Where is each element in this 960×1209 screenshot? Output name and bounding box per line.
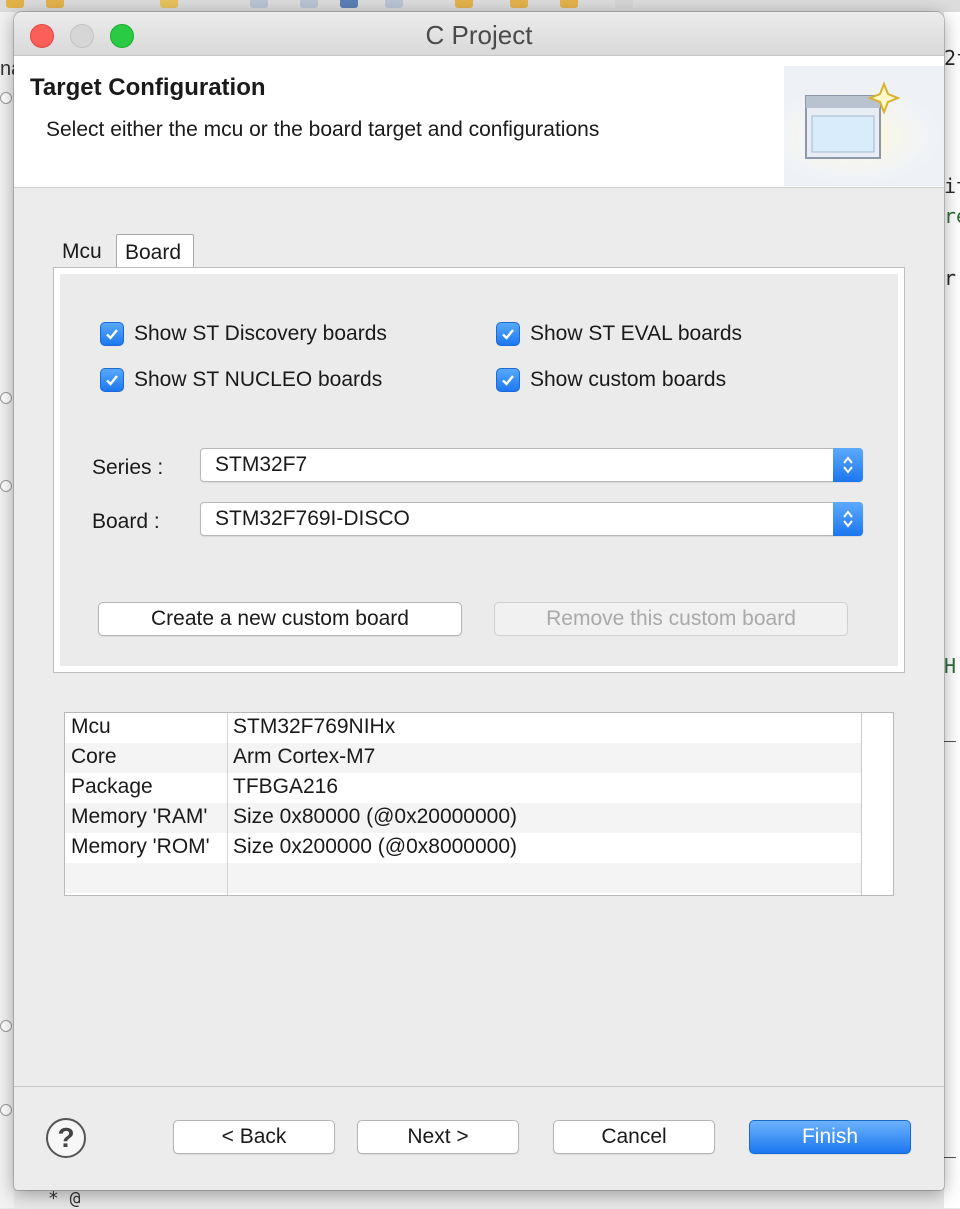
back-button[interactable]: < Back	[173, 1120, 335, 1154]
board-label: Board :	[92, 510, 160, 533]
tab-mcu[interactable]: Mcu	[54, 234, 116, 270]
property-value: STM32F769NIHx	[233, 715, 396, 738]
property-value: TFBGA216	[233, 775, 339, 798]
checkbox-label: Show custom boards	[530, 368, 727, 391]
checkbox-label: Show ST Discovery boards	[134, 322, 387, 345]
title-bar[interactable]: C Project	[14, 12, 944, 56]
series-label: Series :	[92, 456, 164, 479]
background-toolbar	[0, 0, 960, 12]
board-value: STM32F769I-DISCO	[215, 507, 410, 530]
toolbar-arrow-icon	[615, 0, 633, 8]
create-custom-board-button[interactable]: Create a new custom board	[98, 602, 462, 636]
toolbar-arrow-icon	[560, 0, 578, 8]
checkbox-checked-icon	[100, 322, 124, 346]
mcu-properties-table: Mcu STM32F769NIHx Core Arm Cortex-M7 Pac…	[64, 712, 894, 896]
fold-icon	[0, 392, 12, 404]
background-text: _	[944, 1134, 957, 1158]
finish-button[interactable]: Finish	[749, 1120, 911, 1154]
background-text: re	[944, 204, 960, 228]
checkbox-checked-icon	[496, 322, 520, 346]
column-divider	[227, 713, 228, 895]
property-key: Mcu	[71, 715, 111, 738]
table-row: Core Arm Cortex-M7	[65, 743, 861, 773]
toolbar-folder-icon	[46, 0, 64, 8]
fold-icon	[0, 1020, 12, 1032]
background-editor-text: 2f it re r H _ _	[944, 12, 960, 1208]
toolbar-folder-icon	[6, 0, 24, 8]
property-value: Size 0x80000 (@0x20000000)	[233, 805, 518, 828]
updown-chevron-icon	[833, 448, 863, 482]
toolbar-tool-icon	[340, 0, 358, 8]
c-project-dialog: C Project Target Configuration Select ei…	[14, 12, 944, 1190]
column-divider	[861, 713, 862, 895]
wizard-header: Target Configuration Select either the m…	[14, 56, 944, 188]
remove-custom-board-button[interactable]: Remove this custom board	[494, 602, 848, 636]
page-title: Target Configuration	[30, 74, 266, 101]
help-icon[interactable]: ?	[46, 1118, 86, 1158]
table-row: Memory 'RAM' Size 0x80000 (@0x20000000)	[65, 803, 861, 833]
toolbar-pencil-icon	[160, 0, 178, 8]
table-row-empty	[65, 863, 861, 893]
toolbar-tool-icon	[250, 0, 268, 8]
fold-icon	[0, 480, 12, 492]
footer-divider	[14, 1086, 944, 1087]
property-key: Memory 'RAM'	[71, 805, 208, 828]
cancel-button[interactable]: Cancel	[553, 1120, 715, 1154]
toolbar-arrow-icon	[510, 0, 528, 8]
toolbar-tool-icon	[385, 0, 403, 8]
checkbox-checked-icon	[100, 368, 124, 392]
table-row: Memory 'ROM' Size 0x200000 (@0x8000000)	[65, 833, 861, 863]
toolbar-tool-icon	[300, 0, 318, 8]
background-text: r	[944, 266, 957, 290]
checkbox-label: Show ST NUCLEO boards	[134, 368, 383, 391]
checkbox-label: Show ST EVAL boards	[530, 322, 743, 345]
series-select[interactable]: STM32F7	[200, 448, 863, 482]
show-st-eval-checkbox[interactable]: Show ST EVAL boards	[496, 320, 742, 348]
property-key: Core	[71, 745, 117, 768]
fold-icon	[0, 92, 12, 104]
toolbar-tool-icon	[455, 0, 473, 8]
wizard-banner-icon	[784, 66, 944, 186]
checkbox-checked-icon	[496, 368, 520, 392]
show-st-discovery-checkbox[interactable]: Show ST Discovery boards	[100, 320, 387, 348]
table-row: Package TFBGA216	[65, 773, 861, 803]
page-description: Select either the mcu or the board targe…	[46, 118, 600, 141]
property-key: Package	[71, 775, 153, 798]
property-value: Arm Cortex-M7	[233, 745, 376, 768]
table-row: Mcu STM32F769NIHx	[65, 713, 861, 743]
fold-icon	[0, 1104, 12, 1116]
next-button[interactable]: Next >	[357, 1120, 519, 1154]
show-st-nucleo-checkbox[interactable]: Show ST NUCLEO boards	[100, 366, 382, 394]
series-value: STM32F7	[215, 453, 308, 476]
updown-chevron-icon	[833, 502, 863, 536]
background-text: _	[944, 718, 957, 742]
background-text: H	[944, 654, 957, 678]
background-text: * @	[48, 1188, 81, 1209]
board-tab-panel: Show ST Discovery boards Show ST EVAL bo…	[53, 267, 905, 673]
tab-board[interactable]: Board	[116, 234, 194, 270]
show-custom-boards-checkbox[interactable]: Show custom boards	[496, 366, 726, 394]
background-text: 2f	[944, 46, 960, 70]
background-editor-gutter: na	[0, 12, 22, 1208]
property-key: Memory 'ROM'	[71, 835, 210, 858]
board-select[interactable]: STM32F769I-DISCO	[200, 502, 863, 536]
property-value: Size 0x200000 (@0x8000000)	[233, 835, 518, 858]
window-title: C Project	[425, 20, 533, 50]
background-text: it	[944, 174, 960, 198]
